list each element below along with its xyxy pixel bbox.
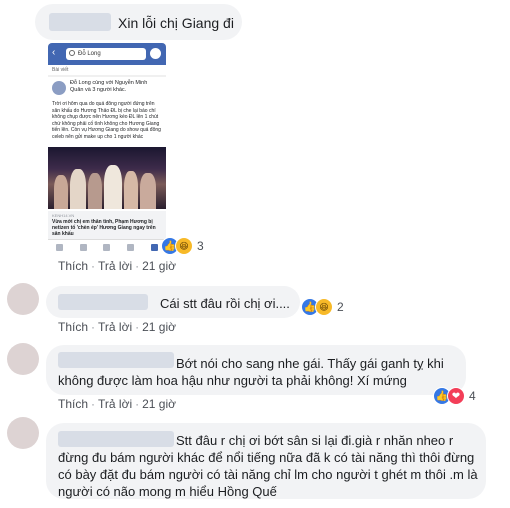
comment-actions: Thích · Trả lời · 21 giờ [58,259,176,273]
comment-text: Cái stt đâu rồi chị ơi.... [160,296,290,311]
reaction-summary[interactable]: 👍 😆 3 [161,237,204,255]
timestamp[interactable]: 21 giờ [142,397,176,411]
reaction-count: 4 [469,389,476,403]
avatar[interactable] [7,283,39,315]
back-arrow-icon: ‹ [52,47,56,58]
reaction-summary[interactable]: 👍 ❤ 4 [433,387,476,405]
messenger-icon [150,48,161,59]
bottom-tab-bar [48,239,166,253]
post-card: Đỗ Long cùng với Nguyễn Minh Quân và 3 n… [48,77,166,253]
comment-image-attachment[interactable]: ‹ Đỗ Long Bài viết Đỗ Long cùng với Nguy… [48,43,166,253]
avatar [52,81,66,95]
photo-figure [140,173,156,209]
haha-icon: 😆 [315,298,333,316]
reply-link[interactable]: Trả lời [98,397,132,411]
commenter-name-redacted [49,13,111,31]
comment-actions: Thích · Trả lời · 21 giờ [58,320,176,334]
photo-figure [70,169,86,209]
post-author: Đỗ Long cùng với Nguyễn Minh Quân và 3 n… [70,80,148,93]
notifications-icon [127,243,135,251]
reaction-summary[interactable]: 👍 😆 2 [301,298,344,316]
link-title: Vừa mới chị em thân tình, Phạm Hương bị … [52,219,156,237]
like-link[interactable]: Thích [58,259,88,273]
photo-figure [88,173,102,209]
photo-figure [54,175,68,209]
reaction-count: 3 [197,239,204,253]
comment-actions: Thích · Trả lời · 21 giờ [58,397,176,411]
like-link[interactable]: Thích [58,320,88,334]
avatar[interactable] [7,343,39,375]
reply-link[interactable]: Trả lời [98,320,132,334]
love-icon: ❤ [447,387,465,405]
search-icon [69,50,75,56]
timestamp[interactable]: 21 giờ [142,320,176,334]
avatar[interactable] [7,417,39,449]
comment-text: Stt đâu r chị ơi bớt sân si lại đi.già r… [58,433,478,499]
news-feed-icon [56,243,64,251]
photo-figure [104,165,122,209]
watch-icon [103,243,111,251]
comment-text: Bớt nói cho sang nhe gái. Thấy gái ganh … [58,356,444,388]
commenter-name-redacted [58,294,148,310]
page-subtitle: Bài viết [48,65,166,75]
post-text: Trời ơi hôm qua do quá đông người đứng t… [52,101,161,140]
like-link[interactable]: Thích [58,397,88,411]
reply-link[interactable]: Trả lời [98,259,132,273]
search-input: Đỗ Long [66,48,146,60]
link-source: KENH14.VN [52,213,75,218]
link-preview: KENH14.VN Vừa mới chị em thân tình, Phạm… [48,211,166,239]
post-photo [48,147,166,209]
menu-icon [150,243,158,251]
reaction-count: 2 [337,300,344,314]
timestamp[interactable]: 21 giờ [142,259,176,273]
photo-figure [124,171,138,209]
friends-icon [79,243,87,251]
comment-text: Xin lỗi chị Giang đi [118,15,234,31]
haha-icon: 😆 [175,237,193,255]
